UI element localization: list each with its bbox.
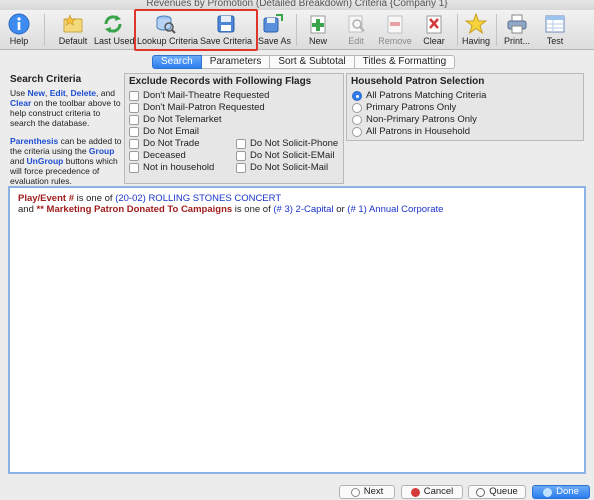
- help-paragraph-2: Parenthesis can be added to the criteria…: [10, 136, 122, 186]
- queue-button[interactable]: Queue: [468, 485, 526, 499]
- toolbar: Help Default Last Used Lookup Criteria S…: [0, 10, 594, 50]
- default-button[interactable]: Default: [56, 10, 90, 50]
- refresh-icon: [104, 15, 122, 33]
- flag-dont-mail-theatre[interactable]: Don't Mail-Theatre Requested: [129, 90, 269, 101]
- exclude-flags-group: Exclude Records with Following Flags Don…: [124, 73, 344, 184]
- having-button[interactable]: Having: [462, 10, 490, 50]
- clear-x-icon: [426, 15, 442, 34]
- minus-icon: [387, 15, 403, 34]
- help-button[interactable]: Help: [4, 10, 34, 50]
- exclude-flags-title: Exclude Records with Following Flags: [129, 76, 312, 87]
- done-button[interactable]: Done: [532, 485, 590, 499]
- radio-all-in-household[interactable]: All Patrons in Household: [352, 126, 470, 137]
- test-button[interactable]: Test: [541, 10, 569, 50]
- star-folder-icon: [63, 14, 83, 33]
- flag-do-not-solicit-phone[interactable]: Do Not Solicit-Phone: [236, 138, 338, 149]
- save-as-icon: [263, 14, 283, 33]
- star-icon: [465, 13, 487, 35]
- radio-all-matching[interactable]: All Patrons Matching Criteria: [352, 90, 486, 101]
- search-criteria-help: Search Criteria Use New, Edit, Delete, a…: [10, 75, 122, 194]
- cancel-icon: [410, 487, 420, 497]
- next-button[interactable]: Next: [339, 485, 395, 499]
- tab-bar: Search Parameters Sort & Subtotal Titles…: [152, 55, 456, 69]
- radio-primary-only[interactable]: Primary Patrons Only: [352, 102, 456, 113]
- tab-titles-formatting[interactable]: Titles & Formatting: [354, 55, 456, 69]
- flag-do-not-solicit-mail[interactable]: Do Not Solicit-Mail: [236, 162, 328, 173]
- check-icon: [543, 487, 553, 497]
- household-selection-group: Household Patron Selection All Patrons M…: [346, 73, 584, 141]
- criteria-editor[interactable]: Play/Event # is one of (20-02) ROLLING S…: [8, 186, 586, 474]
- flag-do-not-email[interactable]: Do Not Email: [129, 126, 199, 137]
- radio-non-primary-only[interactable]: Non-Primary Patrons Only: [352, 114, 477, 125]
- flag-not-in-household[interactable]: Not in household: [129, 162, 214, 173]
- plus-icon: [310, 15, 326, 34]
- criteria-line-1[interactable]: Play/Event # is one of (20-02) ROLLING S…: [18, 193, 281, 204]
- flag-do-not-trade[interactable]: Do Not Trade: [129, 138, 200, 149]
- info-icon: [8, 13, 30, 35]
- tab-search[interactable]: Search: [152, 55, 202, 69]
- next-arrow-icon: [350, 487, 360, 497]
- tab-sort-subtotal[interactable]: Sort & Subtotal: [270, 55, 355, 69]
- edit-button[interactable]: Edit: [342, 10, 370, 50]
- criteria-line-2[interactable]: and ** Marketing Patron Donated To Campa…: [18, 204, 443, 215]
- highlight-frame: [134, 9, 258, 51]
- search-criteria-title: Search Criteria: [10, 74, 82, 85]
- print-button[interactable]: Print...: [501, 10, 533, 50]
- clear-button[interactable]: Clear: [420, 10, 448, 50]
- flag-do-not-solicit-email[interactable]: Do Not Solicit-EMail: [236, 150, 334, 161]
- last-used-button[interactable]: Last Used: [94, 10, 135, 50]
- new-button[interactable]: New: [305, 10, 331, 50]
- tab-parameters[interactable]: Parameters: [201, 55, 271, 69]
- flag-do-not-telemarket[interactable]: Do Not Telemarket: [129, 114, 222, 125]
- test-table-icon: [545, 15, 565, 33]
- remove-button[interactable]: Remove: [378, 10, 412, 50]
- household-title: Household Patron Selection: [351, 76, 485, 87]
- flag-deceased[interactable]: Deceased: [129, 150, 186, 161]
- queue-search-icon: [476, 487, 486, 497]
- window-title: Revenues by Promotion (Detailed Breakdow…: [0, 0, 594, 10]
- printer-icon: [507, 14, 527, 34]
- help-paragraph-1: Use New, Edit, Delete, and Clear on the …: [10, 88, 121, 128]
- edit-search-icon: [348, 15, 365, 33]
- save-as-button[interactable]: Save As: [258, 10, 291, 50]
- cancel-button[interactable]: Cancel: [401, 485, 463, 499]
- flag-dont-mail-patron[interactable]: Don't Mail-Patron Requested: [129, 102, 265, 113]
